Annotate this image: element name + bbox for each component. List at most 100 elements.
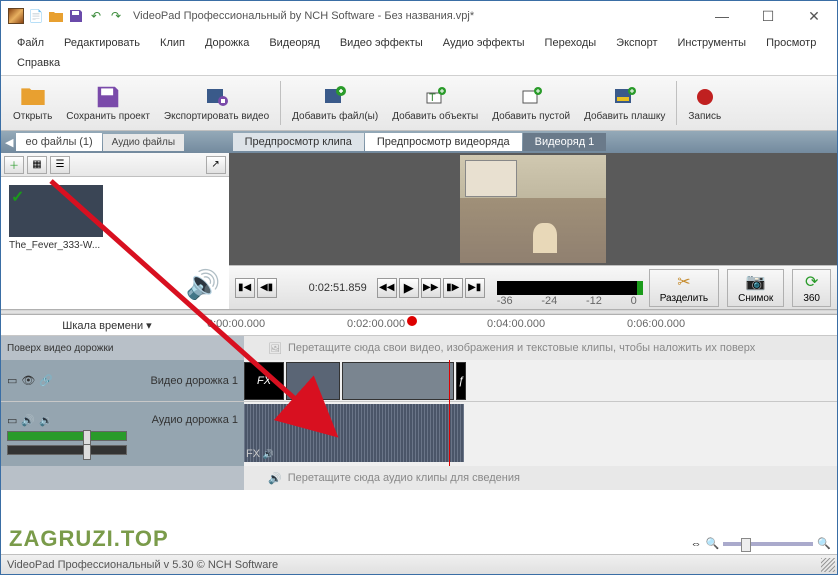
undo-icon[interactable]: ↶ — [87, 7, 105, 25]
bin-content[interactable]: ✓ The_Fever_333-W... 🔊 — [1, 177, 229, 309]
workspace: ◀ ео файлы (1) Аудио файлы ＋ ▦ ☰ ↗ ✓ The… — [1, 131, 837, 309]
maximize-button[interactable]: ☐ — [745, 1, 791, 31]
collapse-icon[interactable]: ▭ — [7, 374, 17, 387]
video-clip[interactable] — [342, 362, 454, 400]
menu-export[interactable]: Экспорт — [606, 33, 667, 53]
detach-panel-button[interactable]: ↗ — [206, 156, 226, 174]
next-frame-button[interactable]: ▮▶ — [443, 278, 463, 298]
solo-icon[interactable]: 🔉 — [39, 414, 53, 427]
camera-icon: 📷 — [746, 272, 766, 292]
record-button[interactable]: Запись — [682, 77, 727, 129]
app-icon — [7, 7, 25, 25]
visibility-icon[interactable]: 👁 — [21, 374, 35, 387]
add-media-button[interactable]: ＋ — [4, 156, 24, 174]
menu-track[interactable]: Дорожка — [195, 33, 259, 53]
playhead-line — [449, 402, 450, 466]
menu-sequence[interactable]: Видеоряд — [259, 33, 330, 53]
fit-width-icon[interactable]: ⇔ — [691, 538, 702, 550]
fx-clip[interactable]: FX — [244, 362, 284, 400]
add-blank-button[interactable]: Добавить пустой — [486, 77, 576, 129]
add-objects-button[interactable]: T Добавить объекты — [386, 77, 484, 129]
audio-mix-body[interactable]: 🔊 Перетащите сюда аудио клипы для сведен… — [244, 466, 837, 490]
audio-track-1: ▭ 🔊 🔉 Аудио дорожка 1 FX 🔊 — [1, 401, 837, 465]
audio-mix-track: 🔊 Перетащите сюда аудио клипы для сведен… — [1, 465, 837, 489]
overlay-track-body[interactable]: 🖼 Перетащите сюда свои видео, изображени… — [244, 336, 837, 360]
tab-audio-files[interactable]: Аудио файлы — [103, 134, 184, 151]
view-thumbs-button[interactable]: ▦ — [27, 156, 47, 174]
menu-edit[interactable]: Редактировать — [54, 33, 150, 53]
preview-panel: Предпросмотр клипа Предпросмотр видеоряд… — [229, 131, 837, 309]
video-track-body[interactable]: FX ƒ — [244, 360, 837, 401]
goto-end-button[interactable]: ▶▮ — [465, 278, 485, 298]
resize-grip[interactable] — [821, 558, 835, 572]
snapshot-button[interactable]: 📷 Снимок — [727, 269, 784, 307]
redo-icon[interactable]: ↷ — [107, 7, 125, 25]
collapse-icon[interactable]: ▭ — [7, 414, 17, 427]
menu-audio-fx[interactable]: Аудио эффекты — [433, 33, 535, 53]
add-title-button[interactable]: Добавить плашку — [578, 77, 671, 129]
split-button[interactable]: ✂ Разделить — [649, 269, 719, 307]
goto-start-button[interactable]: ▮◀ — [235, 278, 255, 298]
playhead-marker[interactable] — [407, 316, 417, 326]
export-video-button[interactable]: Экспортировать видео — [158, 77, 275, 129]
fx-clip-end[interactable]: ƒ — [456, 362, 466, 400]
clip-name-label: The_Fever_333-W... — [9, 240, 103, 251]
titlebar: 📄 ↶ ↷ VideoPad Профессиональный by NCH S… — [1, 1, 837, 31]
menu-video-fx[interactable]: Видео эффекты — [330, 33, 433, 53]
add-files-button[interactable]: Добавить файл(ы) — [286, 77, 384, 129]
menu-clip[interactable]: Клип — [150, 33, 195, 53]
open-button[interactable]: Открыть — [7, 77, 58, 129]
scroll-left-icon[interactable]: ◀ — [5, 136, 13, 149]
menu-tools[interactable]: Инструменты — [668, 33, 757, 53]
save-project-button[interactable]: Сохранить проект — [60, 77, 156, 129]
menubar: Файл Редактировать Клип Дорожка Видеоряд… — [1, 31, 837, 75]
window-buttons: — ☐ ✕ — [699, 1, 837, 31]
timeline-scale-label: Шкала времени ▾ — [7, 319, 207, 332]
bin-toolbar: ＋ ▦ ☰ ↗ — [1, 153, 229, 177]
timeline-ruler[interactable]: 0:00:00.000 0:02:00.000 0:04:00.000 0:06… — [207, 316, 831, 334]
zoom-slider[interactable] — [723, 542, 813, 546]
save-icon[interactable] — [67, 7, 85, 25]
close-button[interactable]: ✕ — [791, 1, 837, 31]
tab-sequence-1[interactable]: Видеоряд 1 — [523, 133, 607, 151]
tab-clip-preview[interactable]: Предпросмотр клипа — [233, 133, 364, 151]
rotate-360-button[interactable]: ⟳ 360 — [792, 269, 831, 307]
clip-fx-label[interactable]: FX 🔊 — [246, 448, 274, 460]
tab-sequence-preview[interactable]: Предпросмотр видеоряда — [365, 133, 522, 151]
timecode-display: 0:02:51.859 — [309, 282, 367, 294]
open-icon[interactable] — [47, 7, 65, 25]
rewind-button[interactable]: ◀◀ — [377, 278, 397, 298]
view-list-button[interactable]: ☰ — [50, 156, 70, 174]
menu-help[interactable]: Справка — [7, 53, 70, 73]
video-track-header: ▭ 👁 🔗 Видео дорожка 1 — [1, 360, 244, 401]
pan-slider[interactable] — [7, 445, 127, 455]
zoom-out-icon[interactable]: 🔍 — [706, 537, 720, 550]
prev-frame-button[interactable]: ◀▮ — [257, 278, 277, 298]
forward-button[interactable]: ▶▶ — [421, 278, 441, 298]
menu-transitions[interactable]: Переходы — [535, 33, 607, 53]
video-clip[interactable] — [286, 362, 340, 400]
audio-clip[interactable]: FX 🔊 — [244, 404, 464, 462]
tab-video-files[interactable]: ео файлы (1) — [16, 133, 101, 151]
volume-slider[interactable] — [7, 431, 127, 441]
zoom-in-icon[interactable]: 🔍 — [817, 537, 831, 550]
audio-track-body[interactable]: FX 🔊 — [244, 402, 837, 466]
menu-view[interactable]: Просмотр — [756, 33, 826, 53]
mute-icon[interactable]: 🔊 — [21, 414, 35, 427]
preview-tabs: Предпросмотр клипа Предпросмотр видеоряд… — [229, 131, 837, 153]
lock-icon[interactable]: 🔗 — [39, 374, 53, 387]
playhead-line — [449, 360, 450, 402]
new-icon[interactable]: 📄 — [27, 7, 45, 25]
scissors-icon: ✂ — [677, 272, 690, 292]
statusbar: VideoPad Профессиональный v 5.30 © NCH S… — [1, 554, 837, 574]
timeline-header: Шкала времени ▾ 0:00:00.000 0:02:00.000 … — [1, 315, 837, 335]
menu-file[interactable]: Файл — [7, 33, 54, 53]
minimize-button[interactable]: — — [699, 1, 745, 31]
media-clip[interactable]: ✓ The_Fever_333-W... — [9, 185, 103, 251]
play-button[interactable]: ▶ — [399, 278, 419, 298]
clip-thumbnail: ✓ — [9, 185, 103, 237]
add-file-icon — [323, 85, 347, 109]
ribbon-toolbar: Открыть Сохранить проект Экспортировать … — [1, 75, 837, 131]
preview-viewport[interactable] — [229, 153, 837, 265]
record-icon — [693, 85, 717, 109]
